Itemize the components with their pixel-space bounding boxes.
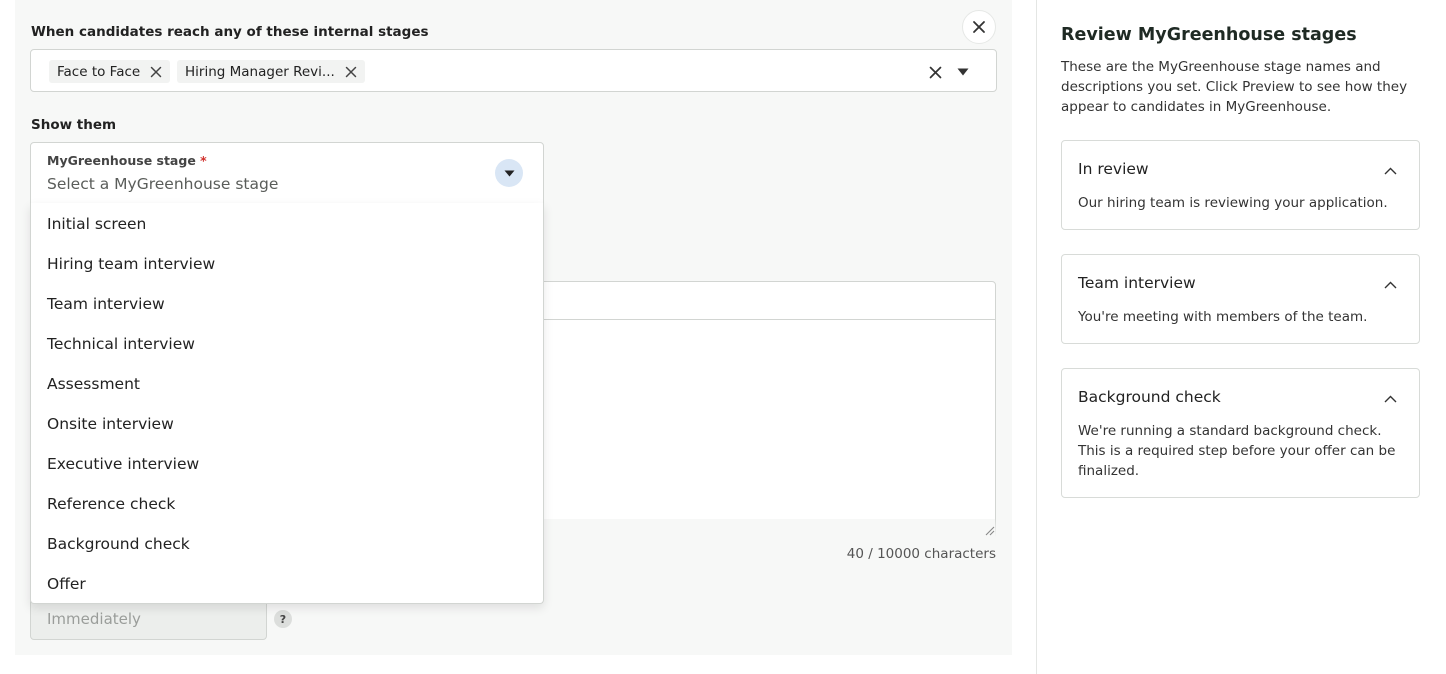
remove-chip-icon[interactable]: [150, 66, 162, 78]
multiselect-toggle[interactable]: [953, 62, 973, 82]
stage-preview-card: Team interview You're meeting with membe…: [1061, 254, 1420, 344]
stage-chip-label: Face to Face: [57, 63, 141, 80]
required-indicator: *: [200, 153, 207, 168]
stage-select-label-text: MyGreenhouse stage: [47, 153, 196, 168]
stage-card-title: In review: [1078, 160, 1149, 178]
stage-chip-label: Hiring Manager Revi...: [185, 63, 335, 80]
stage-option-assessment[interactable]: Assessment: [31, 364, 543, 404]
stage-preview-card: In review Our hiring team is reviewing y…: [1061, 140, 1420, 230]
mygreenhouse-stage-select[interactable]: MyGreenhouse stage * Select a MyGreenhou…: [30, 142, 544, 204]
stage-card-description: You're meeting with members of the team.: [1078, 309, 1368, 325]
stage-select-toggle[interactable]: [495, 159, 523, 187]
stage-chip: Face to Face: [49, 60, 171, 83]
chevron-up-icon: [1384, 395, 1396, 403]
stage-preview-card: Background check We're running a standar…: [1061, 368, 1420, 498]
stage-option-hiring-team-interview[interactable]: Hiring team interview: [31, 244, 543, 284]
internal-stages-label: When candidates reach any of these inter…: [31, 24, 429, 40]
stage-option-technical-interview[interactable]: Technical interview: [31, 324, 543, 364]
remove-chip-icon[interactable]: [345, 66, 357, 78]
help-mark: ?: [279, 612, 287, 626]
collapse-toggle[interactable]: [1380, 275, 1400, 295]
caret-down-icon: [504, 170, 514, 176]
close-button[interactable]: [962, 10, 996, 44]
stage-options-menu: Initial screen Hiring team interview Tea…: [30, 203, 544, 604]
message-body-textarea[interactable]: [530, 319, 996, 537]
internal-stages-multiselect[interactable]: Face to Face Hiring Manager Revi...: [30, 49, 997, 92]
clear-icon: [929, 66, 941, 78]
stage-card-title: Background check: [1078, 388, 1221, 406]
caret-down-icon: [957, 68, 969, 76]
message-subject-input[interactable]: [530, 281, 996, 320]
chevron-up-icon: [1384, 281, 1396, 289]
show-them-label: Show them: [31, 117, 117, 133]
stage-option-offer[interactable]: Offer: [31, 564, 543, 604]
stage-select-label: MyGreenhouse stage *: [47, 153, 207, 168]
close-icon: [973, 21, 985, 33]
stage-option-initial-screen[interactable]: Initial screen: [31, 204, 543, 244]
collapse-toggle[interactable]: [1380, 389, 1400, 409]
resize-grip-icon[interactable]: [983, 524, 995, 536]
review-stages-description: These are the MyGreenhouse stage names a…: [1061, 59, 1408, 115]
stage-option-executive-interview[interactable]: Executive interview: [31, 444, 543, 484]
stage-card-title: Team interview: [1078, 274, 1196, 292]
timing-value: Immediately: [47, 610, 141, 628]
collapse-toggle[interactable]: [1380, 161, 1400, 181]
chevron-up-icon: [1384, 167, 1396, 175]
stage-select-placeholder: Select a MyGreenhouse stage: [47, 175, 279, 193]
stage-chip: Hiring Manager Revi...: [177, 60, 365, 83]
timing-input[interactable]: Immediately: [30, 598, 267, 640]
stage-card-description: Our hiring team is reviewing your applic…: [1078, 195, 1388, 211]
stage-card-description: We're running a standard background chec…: [1078, 423, 1396, 479]
help-icon[interactable]: ?: [274, 610, 292, 628]
stage-option-reference-check[interactable]: Reference check: [31, 484, 543, 524]
stage-option-background-check[interactable]: Background check: [31, 524, 543, 564]
stage-option-onsite-interview[interactable]: Onsite interview: [31, 404, 543, 444]
clear-all-button[interactable]: [925, 62, 945, 82]
character-count: 40 / 10000 characters: [846, 546, 996, 562]
stage-option-team-interview[interactable]: Team interview: [31, 284, 543, 324]
review-stages-title: Review MyGreenhouse stages: [1061, 25, 1357, 45]
panel-divider: [1036, 0, 1037, 674]
